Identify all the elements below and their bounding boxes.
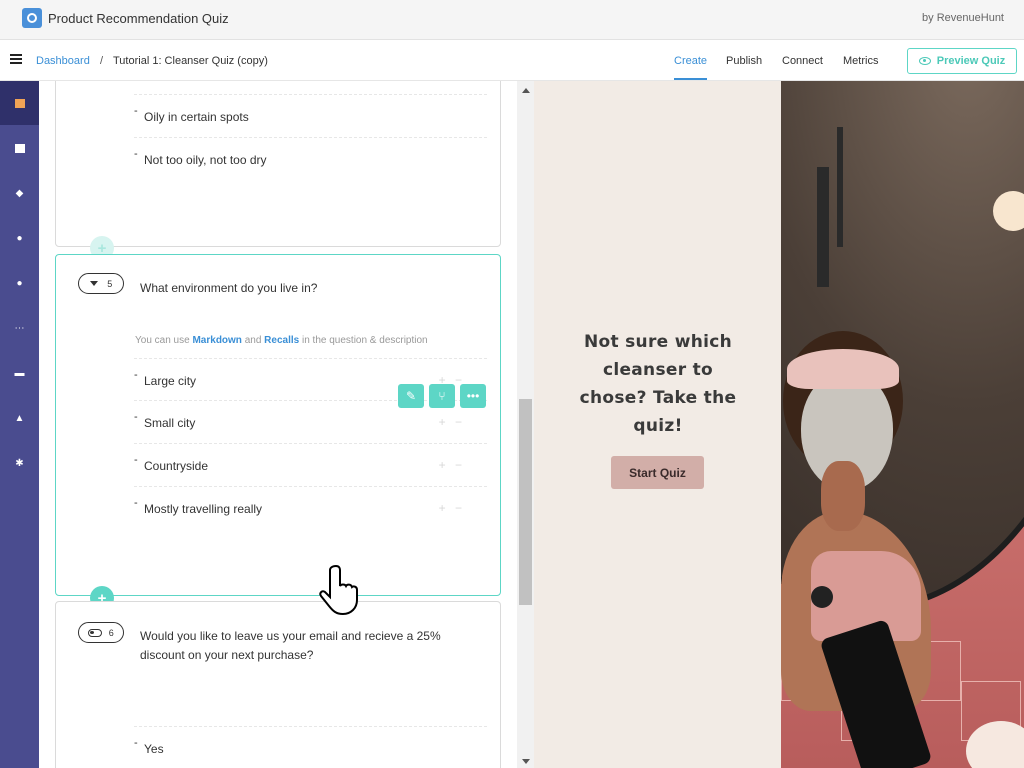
preview-hero-image bbox=[781, 81, 1024, 768]
markdown-link[interactable]: Markdown bbox=[192, 335, 241, 346]
breadcrumb-dashboard-link[interactable]: Dashboard bbox=[36, 55, 90, 67]
branch-icon[interactable]: ⑂ bbox=[429, 384, 455, 408]
recalls-link[interactable]: Recalls bbox=[264, 335, 299, 346]
tag-icon: ◆ bbox=[15, 187, 24, 199]
start-quiz-button[interactable]: Start Quiz bbox=[611, 456, 704, 489]
question-text[interactable]: What environment do you live in? bbox=[140, 279, 480, 298]
app-title: Product Recommendation Quiz bbox=[48, 11, 229, 26]
question-editor: - Oily in certain spots - Not too oily, … bbox=[39, 81, 517, 768]
flow-icon: ⋯ bbox=[14, 322, 25, 334]
answer-option-label: Countryside bbox=[144, 459, 209, 473]
scroll-down-icon[interactable] bbox=[522, 759, 530, 764]
sidebar-item-questions[interactable] bbox=[0, 81, 39, 125]
question-card-5[interactable]: 5 What environment do you live in? You c… bbox=[55, 254, 501, 596]
answer-option[interactable]: - Oily in certain spots bbox=[134, 94, 487, 137]
question-card-4[interactable]: - Oily in certain spots - Not too oily, … bbox=[55, 81, 501, 247]
bell-icon: ▲ bbox=[14, 412, 25, 424]
scrollbar-thumb[interactable] bbox=[519, 399, 532, 605]
preview-quiz-button[interactable]: Preview Quiz bbox=[907, 48, 1017, 74]
option-add-remove[interactable]: + − bbox=[439, 458, 465, 472]
option-add-remove[interactable]: + − bbox=[439, 415, 465, 429]
app-logo-icon bbox=[22, 8, 42, 28]
option-add-remove[interactable]: + − bbox=[439, 501, 465, 515]
sub-nav: Dashboard / Tutorial 1: Cleanser Quiz (c… bbox=[0, 40, 1024, 81]
sidebar-item-flow[interactable]: ⋯ bbox=[0, 306, 39, 350]
answer-option-label: Not too oily, not too dry bbox=[144, 153, 267, 167]
wrench-icon[interactable]: ✎ bbox=[398, 384, 424, 408]
sidebar-item-notifications[interactable]: ▲ bbox=[0, 396, 39, 440]
breadcrumb-separator: / bbox=[100, 55, 104, 67]
sidebar-item-products[interactable] bbox=[0, 126, 39, 170]
user-icon: ● bbox=[16, 232, 23, 244]
sidebar-item-settings[interactable]: ✱ bbox=[0, 441, 39, 485]
preview-quiz-label: Preview Quiz bbox=[936, 55, 1006, 67]
answer-option[interactable]: - Mostly travelling really + − bbox=[134, 486, 487, 529]
answer-option[interactable]: - Not too oily, not too dry bbox=[134, 137, 487, 180]
toggle-icon bbox=[88, 628, 103, 637]
scroll-up-icon[interactable] bbox=[522, 88, 530, 93]
markdown-hint: You can use Markdown and Recalls in the … bbox=[135, 335, 428, 346]
breadcrumb-current: Tutorial 1: Cleanser Quiz (copy) bbox=[113, 55, 268, 67]
sidebar-item-cart[interactable]: ▬ bbox=[0, 351, 39, 395]
tab-publish[interactable]: Publish bbox=[726, 55, 762, 67]
app-vendor: by RevenueHunt bbox=[922, 12, 1004, 24]
gear-icon: ✱ bbox=[15, 457, 24, 469]
question-number-badge[interactable]: 6 bbox=[78, 622, 124, 643]
more-icon[interactable]: ••• bbox=[460, 384, 486, 408]
eye-icon bbox=[918, 57, 931, 65]
question-text[interactable]: Would you like to leave us your email an… bbox=[140, 627, 480, 665]
answer-option-label: Yes bbox=[144, 742, 164, 756]
question-number-badge[interactable]: 5 bbox=[78, 273, 124, 294]
preview-heading: Not sure which cleanser to chose? Take t… bbox=[579, 332, 737, 436]
answer-option-label: Oily in certain spots bbox=[144, 110, 249, 124]
sidebar-item-users[interactable]: ● bbox=[0, 216, 39, 260]
answer-option-label: Small city bbox=[144, 416, 196, 430]
answer-option[interactable]: - Yes bbox=[134, 726, 487, 768]
answer-option[interactable]: - Countryside + − bbox=[134, 443, 487, 486]
dropdown-icon bbox=[89, 281, 98, 286]
answer-option-label: Mostly travelling really bbox=[144, 502, 263, 516]
sidebar-item-design[interactable]: ● bbox=[0, 261, 39, 305]
answer-option-label: Large city bbox=[144, 374, 197, 388]
cart-icon: ▬ bbox=[14, 367, 25, 379]
active-tab-indicator bbox=[674, 78, 707, 80]
question-card-6[interactable]: 6 Would you like to leave us your email … bbox=[55, 601, 501, 768]
sidebar: ◆ ● ● ⋯ ▬ ▲ ✱ bbox=[0, 81, 39, 768]
tab-connect[interactable]: Connect bbox=[782, 55, 823, 67]
hand-cursor-icon bbox=[319, 564, 358, 616]
box-icon bbox=[14, 143, 25, 153]
tab-create[interactable]: Create bbox=[674, 55, 707, 67]
sidebar-item-tags[interactable]: ◆ bbox=[0, 171, 39, 215]
menu-toggle-icon[interactable] bbox=[10, 54, 22, 64]
list-icon bbox=[14, 98, 25, 108]
app-bar: Product Recommendation Quiz by RevenueHu… bbox=[0, 0, 1024, 40]
tab-metrics[interactable]: Metrics bbox=[843, 55, 878, 67]
drop-icon: ● bbox=[16, 277, 23, 289]
